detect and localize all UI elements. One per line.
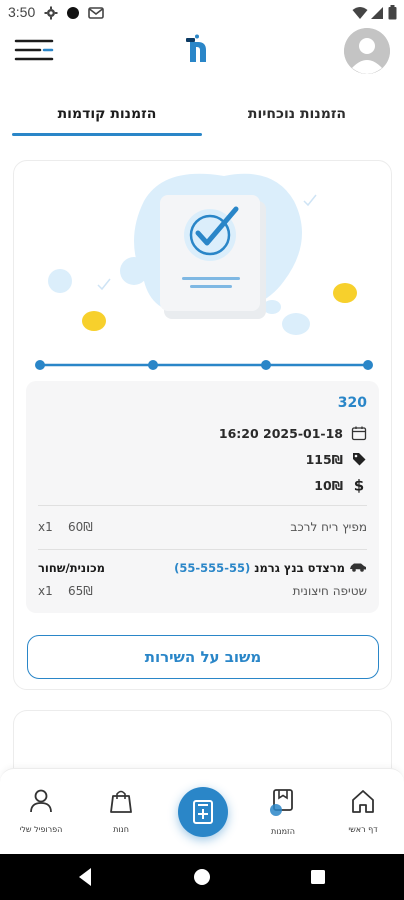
- orders-tabs: הזמנות נוכחיות הזמנות קודמות: [0, 96, 404, 138]
- battery-icon: [388, 5, 397, 24]
- gmail-icon: [88, 5, 104, 24]
- notification-dot-icon: [66, 5, 80, 24]
- progress-step-dot: [35, 360, 45, 370]
- order-tip-row: $ 10₪: [314, 477, 367, 495]
- feedback-button[interactable]: משוב על השירות: [27, 635, 379, 679]
- orders-icon: [268, 789, 298, 821]
- order-tip: 10₪: [314, 477, 343, 493]
- avatar[interactable]: [344, 28, 390, 74]
- divider: [38, 505, 367, 506]
- nav-shop[interactable]: חנות: [86, 787, 156, 834]
- home-circle-icon: [172, 869, 232, 900]
- dollar-icon: $: [351, 477, 367, 495]
- car-service-price: 65₪: [68, 584, 93, 598]
- nav-shop-label: חנות: [113, 825, 129, 834]
- tab-current-orders[interactable]: הזמנות נוכחיות: [202, 96, 392, 138]
- nav-profile[interactable]: הפרופיל שלי: [6, 787, 76, 834]
- nav-home-label: דף ראשי: [348, 825, 378, 834]
- user-avatar-icon: [344, 28, 390, 74]
- order-subtotal-row: 115₪: [306, 451, 367, 467]
- car-name: מרצדס בנץ גרמנ: [254, 561, 345, 575]
- recents-button[interactable]: [288, 854, 348, 900]
- order-subtotal: 115₪: [305, 451, 343, 467]
- car-icon: [349, 561, 367, 575]
- tab-past-orders-label: הזמנות קודמות: [57, 106, 157, 122]
- menu-button[interactable]: [14, 36, 54, 66]
- car-type: מכונית/שחור: [38, 561, 105, 575]
- app-header: [0, 26, 404, 84]
- progress-step-dot: [148, 360, 158, 370]
- order-progress-track: [34, 356, 374, 370]
- nav-profile-label: הפרופיל שלי: [19, 825, 63, 834]
- order-card: 320 2025-01-18 16:20 115₪ $ 10₪ מפיץ ריח…: [13, 160, 392, 690]
- order-datetime-row: 2025-01-18 16:20: [219, 425, 367, 441]
- wifi-icon: [352, 5, 368, 24]
- nav-orders[interactable]: הזמנות: [248, 787, 318, 836]
- home-icon: [349, 790, 377, 819]
- svg-text:$: $: [354, 477, 364, 493]
- app-logo[interactable]: [184, 34, 218, 68]
- car-details: מרצדס בנץ גרמנ (55-555-55): [174, 561, 367, 575]
- tab-current-orders-label: הזמנות נוכחיות: [247, 106, 347, 122]
- divider: [38, 549, 367, 550]
- menu-lines-icon: [14, 39, 54, 70]
- service-name: מפיץ ריח לרכב: [290, 520, 367, 534]
- order-number: 320: [337, 395, 367, 411]
- car-phone: (55-555-55): [174, 561, 251, 575]
- calendar-icon: [351, 425, 367, 441]
- price-tag-icon: [351, 451, 367, 467]
- nav-home[interactable]: דף ראשי: [328, 787, 398, 834]
- order-datetime: 2025-01-18 16:20: [218, 425, 343, 441]
- system-navigation-bar: [0, 854, 404, 900]
- status-time: 3:50: [8, 4, 36, 20]
- status-bar: 3:50: [0, 0, 404, 26]
- order-details: 320 2025-01-18 16:20 115₪ $ 10₪ מפיץ ריח…: [26, 381, 379, 613]
- settings-gear-icon: [44, 5, 58, 24]
- bottom-nav: דף ראשי הזמנות חנות הפרופיל שלי: [0, 768, 404, 854]
- profile-icon: [27, 789, 55, 819]
- service-price: 60₪: [68, 520, 93, 534]
- cell-signal-icon: [370, 5, 384, 24]
- tab-past-orders[interactable]: הזמנות קודמות: [12, 96, 202, 138]
- app-logo-icon: [184, 34, 218, 68]
- back-triangle-icon: [55, 868, 115, 900]
- service-qty: x1: [38, 520, 53, 534]
- recents-square-icon: [288, 870, 348, 900]
- back-button[interactable]: [55, 854, 115, 900]
- home-system-button[interactable]: [172, 854, 232, 900]
- car-service-qty: x1: [38, 584, 53, 598]
- add-order-icon: [178, 800, 228, 841]
- order-complete-illustration: [14, 161, 393, 361]
- active-tab-indicator: [12, 133, 202, 136]
- nav-orders-label: הזמנות: [270, 827, 296, 836]
- progress-step-dot: [363, 360, 373, 370]
- progress-step-dot: [261, 360, 271, 370]
- shopping-bag-icon: [107, 790, 135, 819]
- new-order-fab[interactable]: [178, 787, 228, 837]
- car-service-name: שטיפה חיצונית: [292, 584, 367, 598]
